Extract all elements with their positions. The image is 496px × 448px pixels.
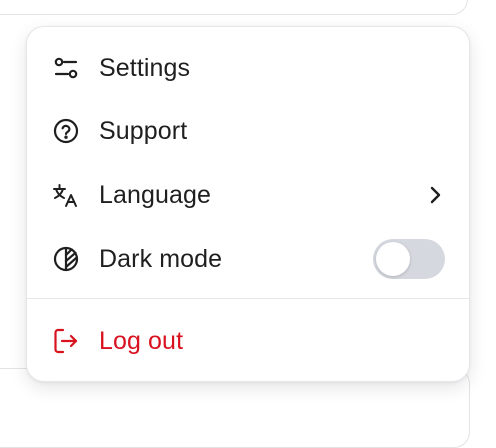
help-circle-icon <box>51 116 81 146</box>
menu-item-support[interactable]: Support <box>27 106 469 156</box>
menu-item-label: Dark mode <box>99 244 223 273</box>
logout-button[interactable]: Log out <box>27 316 469 366</box>
contrast-icon <box>51 244 81 274</box>
menu-item-language[interactable]: Language <box>27 170 469 220</box>
menu-item-label: Language <box>99 180 212 209</box>
menu-item-label: Support <box>99 116 188 145</box>
chevron-right-icon <box>425 185 445 205</box>
account-menu: Settings Support Language Dark mode Log … <box>26 26 470 382</box>
menu-item-settings[interactable]: Settings <box>27 43 469 93</box>
translate-icon <box>51 180 81 210</box>
menu-divider <box>27 298 469 299</box>
menu-item-dark-mode[interactable]: Dark mode <box>27 234 469 284</box>
menu-item-label: Settings <box>99 53 191 82</box>
logout-label: Log out <box>99 326 184 355</box>
sliders-icon <box>51 53 81 83</box>
background-card-top <box>0 0 468 15</box>
dark-mode-toggle[interactable] <box>373 239 445 279</box>
toggle-knob <box>376 242 410 276</box>
logout-icon <box>51 326 81 356</box>
